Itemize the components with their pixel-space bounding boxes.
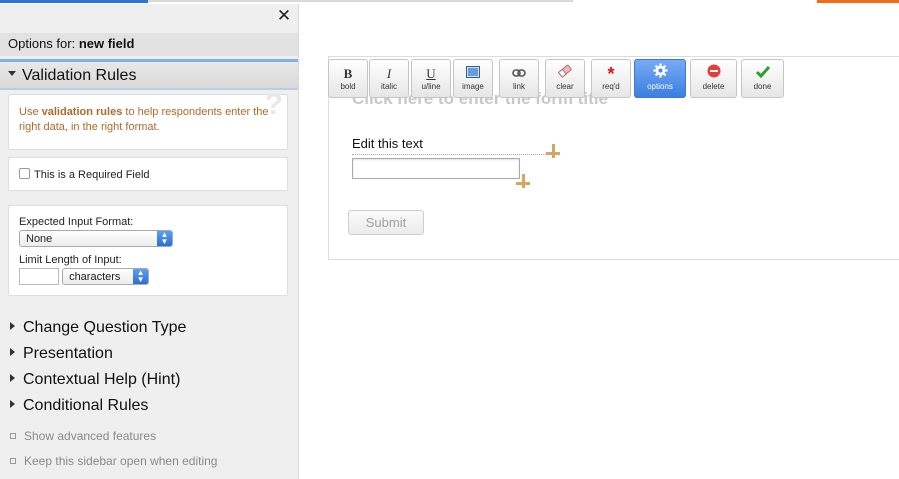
text-field-preview[interactable] — [352, 158, 520, 179]
limit-length-label: Limit Length of Input: — [19, 254, 122, 266]
section-change-question-type[interactable]: Change Question Type — [10, 319, 186, 337]
checkbox-small[interactable] — [10, 458, 16, 464]
section-label: Contextual Help (Hint) — [23, 371, 181, 388]
field-name: new field — [78, 36, 135, 51]
submit-button[interactable]: Submit — [348, 210, 424, 235]
delete-button[interactable]: delete — [690, 59, 737, 98]
check-icon — [742, 60, 783, 82]
checkbox-small[interactable] — [10, 433, 16, 439]
triangle-right-icon — [10, 373, 15, 382]
validation-help-panel: Use validation rules to help respondents… — [8, 88, 288, 150]
image-button[interactable]: image — [453, 59, 493, 98]
section-label: Presentation — [23, 345, 113, 362]
section-label: Change Question Type — [23, 319, 187, 336]
triangle-right-icon — [10, 399, 15, 408]
required-checkbox[interactable] — [19, 168, 30, 179]
field-label[interactable]: Edit this text — [352, 136, 423, 151]
options-button[interactable]: options — [634, 59, 686, 98]
help-bold: validation rules — [41, 106, 123, 118]
link-icon — [500, 60, 538, 82]
link-button[interactable]: link — [499, 59, 539, 98]
bold-button[interactable]: B bold — [328, 59, 368, 98]
minus-circle-icon — [691, 60, 736, 82]
select-arrows-icon: ▲ ▼ — [133, 269, 149, 284]
validation-rules-header[interactable]: Validation Rules — [0, 59, 298, 90]
required-label-tb: req'd — [602, 82, 620, 91]
section-contextual-help[interactable]: Contextual Help (Hint) — [10, 371, 180, 389]
done-button[interactable]: done — [741, 59, 784, 98]
link-label: link — [512, 82, 525, 91]
options-label: options — [647, 82, 673, 91]
select-arrows-icon: ▲ ▼ — [157, 231, 172, 246]
clear-label: clear — [556, 82, 574, 91]
field-label-guide — [352, 154, 556, 155]
required-button[interactable]: * req'd — [591, 59, 631, 98]
expected-format-value: None — [26, 233, 53, 245]
image-label: image — [462, 82, 484, 91]
input-format-panel: Expected Input Format: None ▲ ▼ Limit Len… — [8, 205, 288, 296]
section-conditional-rules[interactable]: Conditional Rules — [10, 397, 148, 415]
italic-label: italic — [380, 82, 397, 91]
delete-label: delete — [702, 82, 725, 91]
expected-format-select[interactable]: None ▲ ▼ — [19, 230, 173, 247]
underline-icon: U — [426, 66, 436, 81]
help-prefix: Use — [19, 106, 42, 118]
triangle-right-icon — [10, 321, 15, 330]
options-for-label: Options for: — [8, 36, 76, 51]
clear-button[interactable]: clear — [545, 59, 585, 98]
triangle-down-icon — [8, 71, 16, 77]
italic-icon: I — [386, 66, 392, 81]
italic-button[interactable]: I italic — [369, 59, 409, 98]
triangle-right-icon — [10, 347, 15, 356]
orange-tab-indicator[interactable] — [817, 0, 899, 3]
limit-unit-value: characters — [69, 271, 121, 283]
show-advanced-label: Show advanced features — [24, 429, 157, 443]
asterisk-icon: * — [607, 64, 615, 84]
done-label: done — [753, 82, 772, 91]
show-advanced-option[interactable]: Show advanced features — [10, 429, 156, 443]
label-resize-handle[interactable] — [546, 144, 560, 158]
options-for-header: Options for: new field — [0, 33, 298, 56]
keep-open-label: Keep this sidebar open when editing — [24, 454, 218, 468]
required-panel: This is a Required Field — [8, 157, 288, 191]
section-presentation[interactable]: Presentation — [10, 345, 113, 363]
required-label[interactable]: This is a Required Field — [34, 169, 150, 181]
limit-length-input[interactable] — [19, 268, 59, 285]
validation-rules-title: Validation Rules — [22, 67, 137, 84]
keep-open-option[interactable]: Keep this sidebar open when editing — [10, 454, 217, 468]
close-icon[interactable]: ✕ — [276, 7, 292, 24]
bold-icon: B — [343, 66, 353, 81]
field-resize-handle[interactable] — [516, 174, 530, 188]
expected-format-label: Expected Input Format: — [19, 216, 134, 228]
limit-unit-select[interactable]: characters ▲ ▼ — [62, 268, 150, 285]
eraser-icon — [546, 60, 584, 82]
underline-label: u/line — [421, 82, 441, 91]
question-mark-icon: ? — [264, 88, 283, 121]
section-label: Conditional Rules — [23, 397, 149, 414]
bold-label: bold — [340, 82, 356, 91]
active-tab-indicator — [0, 0, 148, 3]
gear-icon — [635, 60, 685, 82]
image-icon — [454, 60, 492, 82]
options-sidebar: ✕ Options for: new field Validation Rule… — [0, 4, 299, 479]
tab-strip-divider — [148, 0, 573, 2]
underline-button[interactable]: U u/line — [411, 59, 451, 98]
